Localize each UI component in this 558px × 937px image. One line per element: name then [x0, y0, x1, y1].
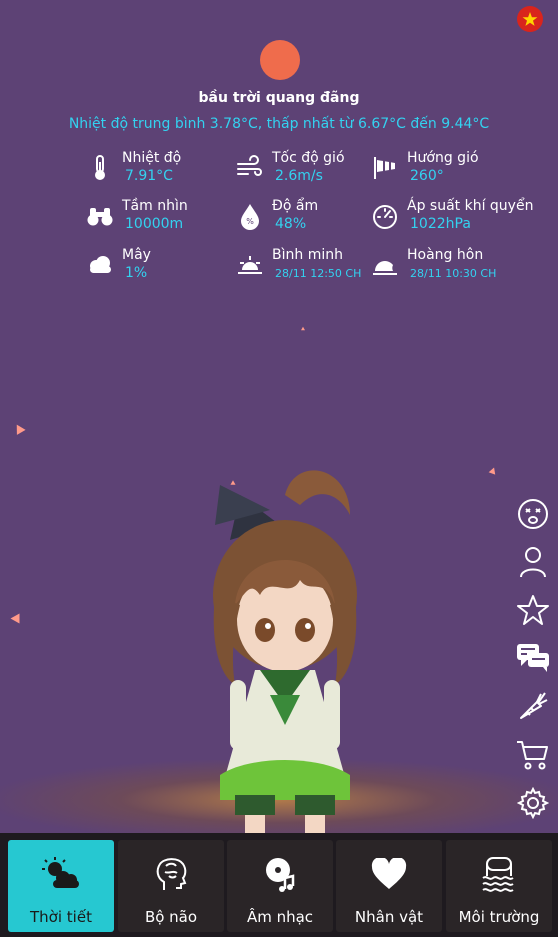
tab-character[interactable]: Nhân vật	[336, 840, 442, 932]
person-icon	[520, 547, 546, 578]
stat-label: Tầm nhìn	[122, 198, 188, 214]
tired-face-icon	[518, 499, 548, 529]
cart-icon	[517, 741, 548, 770]
stat-value: 28/11 12:50 CH	[275, 267, 362, 280]
sunset-icon	[373, 261, 397, 275]
carrot-icon	[520, 692, 548, 719]
stat-value: 48%	[275, 216, 307, 232]
vietnam-flag-icon[interactable]	[517, 6, 543, 32]
stat-cloud: Mây 1%	[86, 247, 256, 287]
shop-button[interactable]	[514, 737, 552, 773]
music-disc-icon	[260, 854, 300, 894]
anime-character[interactable]	[200, 455, 370, 845]
food-button[interactable]	[514, 688, 552, 724]
tab-label: Bộ não	[144, 908, 198, 926]
gear-icon	[517, 787, 549, 819]
stat-value: 28/11 10:30 CH	[410, 267, 497, 280]
humidity-drop-icon: %	[241, 204, 259, 230]
brain-icon	[151, 854, 191, 894]
bottom-tab-bar: Thời tiết Bộ não Âm nhạc Nhân vật Môi tr…	[0, 833, 558, 937]
binoculars-icon	[87, 208, 113, 226]
favorites-button[interactable]	[514, 592, 552, 628]
tab-label: Nhân vật	[354, 908, 424, 926]
stat-label: Hoàng hôn	[407, 247, 484, 263]
stat-value: 2.6m/s	[275, 168, 323, 184]
tab-environment[interactable]: Môi trường	[446, 840, 552, 932]
stat-value: 260°	[410, 168, 444, 184]
tab-brain[interactable]: Bộ não	[118, 840, 224, 932]
gauge-icon	[373, 205, 397, 229]
stat-value: 1%	[125, 265, 148, 281]
stat-label: Độ ẩm	[272, 198, 319, 214]
star-icon	[517, 595, 549, 625]
spark-particle	[10, 613, 20, 624]
settings-button[interactable]	[514, 785, 552, 821]
svg-text:%: %	[246, 217, 254, 226]
heart-icon	[369, 854, 409, 894]
profile-button[interactable]	[514, 544, 552, 580]
stat-label: Hướng gió	[407, 150, 479, 166]
weather-icon	[41, 854, 81, 894]
stat-visibility: Tầm nhìn 10000m	[86, 198, 256, 238]
cloud-icon	[90, 256, 111, 273]
stat-label: Mây	[122, 247, 151, 263]
stat-sunset: Hoàng hôn 28/11 10:30 CH	[371, 247, 541, 287]
stat-label: Bình minh	[272, 247, 343, 263]
tab-label: Âm nhạc	[246, 908, 314, 926]
tab-weather[interactable]: Thời tiết	[8, 840, 114, 932]
wind-icon	[237, 155, 262, 176]
mood-button[interactable]	[514, 496, 552, 532]
stat-label: Nhiệt độ	[122, 150, 182, 166]
stat-wind-direction: Hướng gió 260°	[371, 150, 541, 190]
spark-particle	[301, 326, 305, 331]
stat-label: Tốc độ gió	[272, 150, 345, 166]
sun-icon	[260, 40, 300, 80]
environment-icon	[479, 854, 519, 894]
spark-particle	[12, 422, 26, 435]
tab-label: Thời tiết	[30, 908, 92, 926]
stat-value: 1022hPa	[410, 216, 471, 232]
stat-value: 7.91°C	[125, 168, 173, 184]
tab-label: Môi trường	[458, 908, 540, 926]
thermometer-icon	[95, 155, 105, 180]
weather-condition: bầu trời quang đãng	[198, 90, 360, 106]
spark-particle	[488, 466, 498, 475]
chat-icon	[517, 644, 549, 672]
stat-pressure: Áp suất khí quyển 1022hPa	[371, 198, 541, 238]
chat-button[interactable]	[514, 640, 552, 676]
temperature-summary: Nhiệt độ trung bình 3.78°C, thấp nhất từ…	[68, 116, 490, 132]
stat-value: 10000m	[125, 216, 184, 232]
stat-label: Áp suất khí quyển	[407, 198, 534, 214]
tab-music[interactable]: Âm nhạc	[227, 840, 333, 932]
sunrise-icon	[238, 256, 262, 274]
windsock-icon	[374, 157, 395, 179]
stat-temperature: Nhiệt độ 7.91°C	[86, 150, 256, 190]
